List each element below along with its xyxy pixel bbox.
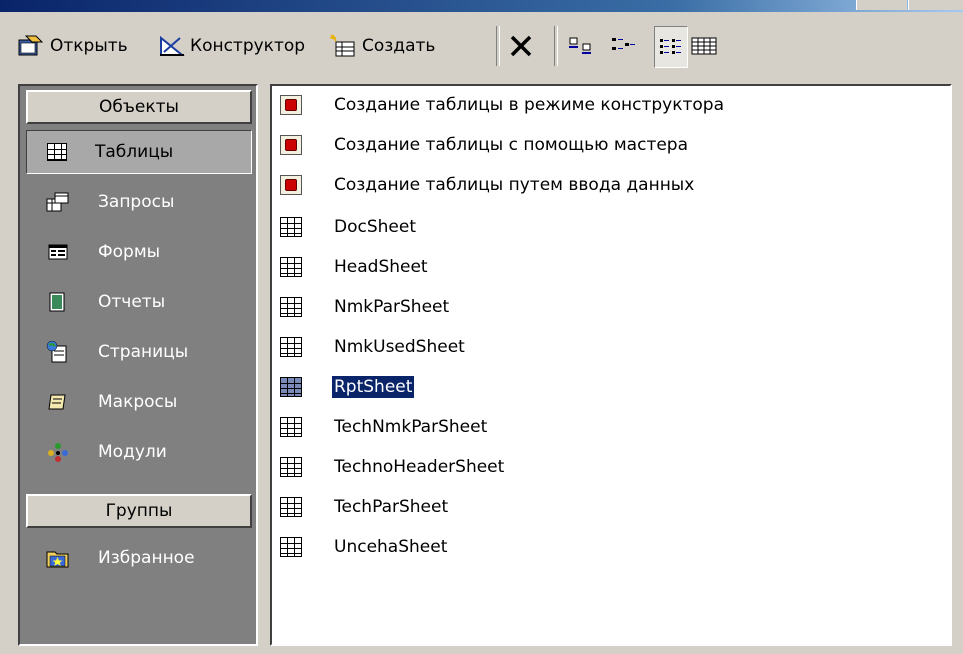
toolbar-separator xyxy=(496,26,500,66)
object-item-pages[interactable]: Страницы xyxy=(26,330,252,374)
title-button-right[interactable] xyxy=(908,0,963,10)
list-item-selected[interactable]: RptSheet xyxy=(280,372,416,402)
list-item-label: NmkParSheet xyxy=(334,297,450,317)
new-button[interactable]: Создать xyxy=(330,18,435,74)
open-button[interactable]: Открыть xyxy=(18,18,128,74)
list-item[interactable]: TechnoHeaderSheet xyxy=(280,452,506,482)
object-item-label: Запросы xyxy=(98,192,175,212)
list-item-label: Создание таблицы с помощью мастера xyxy=(334,135,689,155)
database-toolbar: Открыть Конструктор Создать xyxy=(18,18,958,74)
list-view-icon xyxy=(660,39,681,54)
object-item-label: Страницы xyxy=(98,342,189,362)
objects-bar: Объекты Таблицы Запросы Формы Отчеты Стр… xyxy=(18,84,258,646)
list-item-label: Создание таблицы в режиме конструктора xyxy=(334,95,725,115)
list-item-label: UncehaSheet xyxy=(334,537,448,557)
list-item-label: HeadSheet xyxy=(334,257,428,277)
small-icons-icon xyxy=(612,38,635,50)
list-item-label: TechNmkParSheet xyxy=(334,417,488,437)
delete-button[interactable] xyxy=(508,18,534,74)
form-icon xyxy=(48,244,68,260)
list-item[interactable]: TechNmkParSheet xyxy=(280,412,489,442)
object-item-reports[interactable]: Отчеты xyxy=(26,280,252,324)
title-button-left[interactable] xyxy=(856,0,907,10)
table-icon xyxy=(280,297,302,317)
object-item-forms[interactable]: Формы xyxy=(26,230,252,274)
list-item[interactable]: TechParSheet xyxy=(280,492,450,522)
object-item-label: Макросы xyxy=(98,392,178,412)
list-item[interactable]: NmkParSheet xyxy=(280,292,451,322)
object-item-queries[interactable]: Запросы xyxy=(26,180,252,224)
list-item[interactable]: Создание таблицы с помощью мастера xyxy=(280,130,690,160)
open-icon xyxy=(18,35,44,56)
objects-group-header[interactable]: Объекты xyxy=(26,90,252,124)
new-icon xyxy=(330,34,355,57)
module-icon xyxy=(48,443,68,462)
delete-icon xyxy=(510,35,532,57)
list-item-label: DocSheet xyxy=(334,217,416,237)
window-frame xyxy=(0,12,10,654)
table-icon xyxy=(280,457,302,477)
table-icon xyxy=(280,257,302,277)
groups-group-header[interactable]: Группы xyxy=(26,494,252,528)
list-item[interactable]: HeadSheet xyxy=(280,252,430,282)
small-icons-button[interactable] xyxy=(610,18,636,74)
report-icon xyxy=(49,292,65,312)
table-icon xyxy=(280,217,302,237)
object-item-label: Модули xyxy=(98,442,167,462)
shortcut-icon xyxy=(280,95,302,115)
object-list[interactable]: Создание таблицы в режиме конструктора С… xyxy=(270,84,952,646)
table-icon xyxy=(280,417,302,437)
list-item-label: RptSheet xyxy=(330,375,416,399)
shortcut-icon xyxy=(280,175,302,195)
list-item-label: NmkUsedSheet xyxy=(334,337,465,357)
toolbar-separator xyxy=(554,26,558,66)
query-icon xyxy=(46,192,69,212)
design-icon xyxy=(160,35,185,56)
object-item-macros[interactable]: Макросы xyxy=(26,380,252,424)
object-item-label: Отчеты xyxy=(98,292,166,312)
table-icon xyxy=(47,143,67,161)
object-item-tables[interactable]: Таблицы xyxy=(26,130,252,174)
table-icon xyxy=(280,497,302,517)
list-item[interactable]: NmkUsedSheet xyxy=(280,332,467,362)
group-item-label: Избранное xyxy=(98,548,195,568)
table-icon xyxy=(280,537,302,557)
large-icons-button[interactable] xyxy=(568,18,594,74)
open-label: Открыть xyxy=(50,36,128,56)
list-item[interactable]: DocSheet xyxy=(280,212,418,242)
design-button[interactable]: Конструктор xyxy=(158,18,305,74)
list-item[interactable]: Создание таблицы в режиме конструктора xyxy=(280,90,726,120)
macro-icon xyxy=(48,394,66,410)
list-item-label: TechnoHeaderSheet xyxy=(334,457,505,477)
list-item[interactable]: Создание таблицы путем ввода данных xyxy=(280,170,696,200)
group-item-favorites[interactable]: Избранное xyxy=(26,536,252,580)
object-item-modules[interactable]: Модули xyxy=(26,430,252,474)
window-title-bar xyxy=(0,0,963,12)
page-icon xyxy=(46,341,67,363)
list-view-button[interactable] xyxy=(654,26,688,68)
table-icon xyxy=(280,377,302,397)
object-item-label: Таблицы xyxy=(95,142,174,162)
favorites-icon xyxy=(46,551,69,568)
design-label: Конструктор xyxy=(190,36,306,56)
list-item-label: TechParSheet xyxy=(334,497,449,517)
details-view-button[interactable] xyxy=(690,18,718,74)
list-item-label: Создание таблицы путем ввода данных xyxy=(334,175,695,195)
list-item[interactable]: UncehaSheet xyxy=(280,532,449,562)
new-label: Создать xyxy=(362,36,436,56)
large-icons-icon xyxy=(569,37,591,54)
table-icon xyxy=(280,337,302,357)
object-item-label: Формы xyxy=(98,242,161,262)
details-view-icon xyxy=(691,37,717,55)
shortcut-icon xyxy=(280,135,302,155)
